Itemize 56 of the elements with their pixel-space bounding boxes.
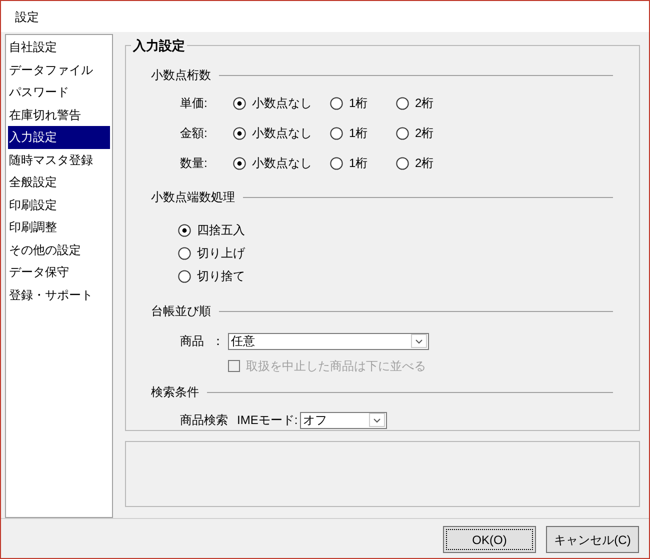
field-label: 数量: bbox=[180, 155, 208, 172]
radio-icon[interactable] bbox=[396, 126, 409, 140]
radio-label: 1桁 bbox=[349, 95, 368, 112]
sidebar-item[interactable]: 自社設定 bbox=[8, 36, 110, 58]
radio-label: 小数点なし bbox=[252, 95, 312, 112]
radio-icon[interactable] bbox=[330, 96, 343, 110]
radio-label: 小数点なし bbox=[252, 125, 312, 142]
radio-icon[interactable] bbox=[330, 156, 343, 170]
radio-icon[interactable] bbox=[178, 246, 191, 260]
sidebar-item[interactable]: 入力設定 bbox=[8, 126, 110, 148]
sidebar-item[interactable]: その他の設定 bbox=[8, 238, 110, 261]
radio-selected-icon[interactable] bbox=[178, 224, 191, 236]
sidebar-item[interactable]: 印刷調整 bbox=[8, 216, 110, 238]
radio-label: 2桁 bbox=[415, 125, 434, 142]
cancel-button[interactable]: キャンセル(C) bbox=[546, 526, 639, 553]
group-title: 検索条件 bbox=[151, 384, 199, 401]
radio-label: 切り捨て bbox=[197, 268, 245, 285]
radio-selected-icon[interactable] bbox=[233, 96, 246, 110]
sidebar-item[interactable]: 随時マスタ登録 bbox=[8, 148, 110, 171]
radio-label: 1桁 bbox=[349, 125, 368, 142]
sidebar-item[interactable]: 登録・サポート bbox=[8, 284, 110, 306]
sidebar-item[interactable]: データファイル bbox=[8, 58, 110, 81]
field-label: IMEモード: bbox=[237, 412, 299, 429]
sidebar-item[interactable]: データ保守 bbox=[8, 261, 110, 284]
radio-selected-icon[interactable] bbox=[233, 126, 246, 140]
radio-label: 1桁 bbox=[349, 155, 368, 172]
sidebar-item[interactable]: パスワード bbox=[8, 81, 110, 104]
radio-label: 四捨五入 bbox=[197, 222, 245, 239]
ok-button[interactable]: OK(O) bbox=[443, 526, 536, 553]
radio-icon[interactable] bbox=[178, 270, 191, 282]
radio-label: 切り上げ bbox=[197, 245, 245, 262]
radio-selected-icon[interactable] bbox=[233, 156, 246, 170]
field-label: 商品 bbox=[180, 333, 205, 350]
field-label: 単価: bbox=[180, 95, 208, 112]
sidebar-item[interactable]: 全般設定 bbox=[8, 171, 110, 194]
chevron-down-icon bbox=[369, 413, 385, 427]
radio-icon[interactable] bbox=[396, 96, 409, 110]
group-title: 小数点桁数 bbox=[151, 67, 211, 84]
sidebar-item[interactable]: 在庫切れ警告 bbox=[8, 104, 110, 126]
radio-label: 小数点なし bbox=[252, 155, 312, 172]
radio-icon[interactable] bbox=[330, 126, 343, 140]
radio-icon[interactable] bbox=[396, 156, 409, 170]
checkbox-label: 取扱を中止した商品は下に並べる bbox=[246, 358, 426, 375]
sidebar-item[interactable]: 印刷設定 bbox=[8, 194, 110, 216]
field-label: 商品検索 bbox=[180, 412, 229, 429]
group-title: 入力設定 bbox=[131, 37, 187, 54]
window-title: 設定 bbox=[15, 8, 39, 26]
radio-label: 2桁 bbox=[415, 95, 434, 112]
dropdown[interactable]: 任意 bbox=[228, 332, 429, 350]
colon-label: ： bbox=[212, 333, 225, 350]
radio-label: 2桁 bbox=[415, 155, 434, 172]
chevron-down-icon bbox=[411, 334, 427, 348]
dropdown[interactable]: オフ bbox=[300, 412, 387, 428]
field-label: 金額: bbox=[180, 125, 208, 142]
group-title: 台帳並び順 bbox=[151, 303, 211, 320]
group-title: 小数点端数処理 bbox=[151, 189, 235, 206]
